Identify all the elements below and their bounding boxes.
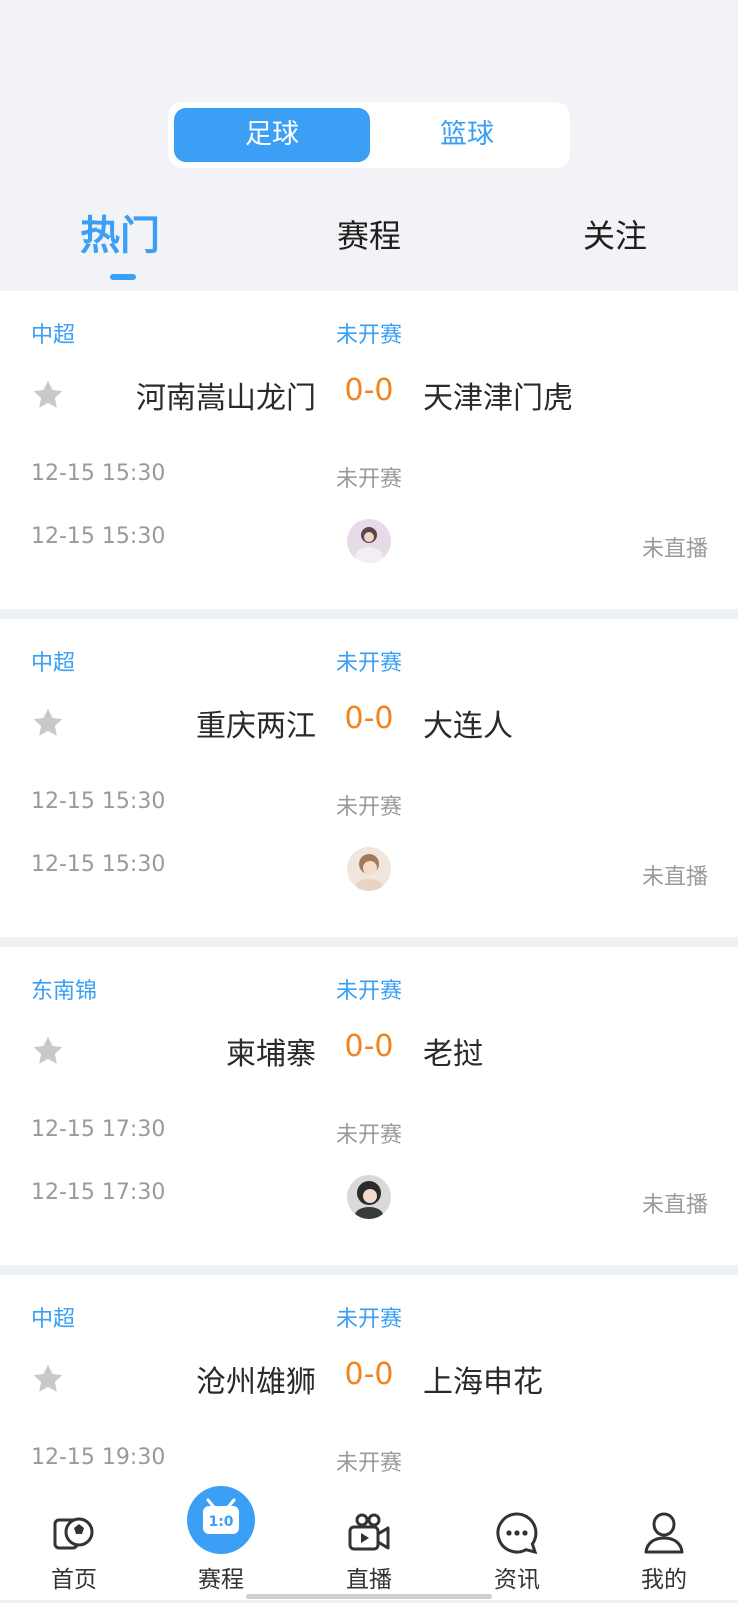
favorite-star-icon[interactable]	[30, 1361, 66, 1397]
match-card[interactable]: 中超 未开赛 重庆两江 0-0 大连人 12-15 15:30 未开赛 12-1…	[0, 619, 738, 937]
broadcast-time: 12-15 17:30	[31, 1180, 166, 1205]
broadcast-time: 12-15 15:30	[31, 852, 166, 877]
match-time: 12-15 19:30	[31, 1445, 166, 1470]
away-team: 上海申花	[423, 1365, 543, 1400]
header-area: 足球 篮球 热门 赛程 关注	[0, 0, 738, 291]
match-score: 0-0	[344, 373, 394, 408]
match-status: 未开赛	[335, 323, 402, 348]
schedule-badge: 1:0	[187, 1486, 255, 1554]
nav-me-label: 我的	[641, 1567, 687, 1593]
favorite-star-icon[interactable]	[30, 705, 66, 741]
match-score: 0-0	[344, 1357, 394, 1392]
match-status-secondary: 未开赛	[335, 1451, 402, 1476]
video-camera-icon	[348, 1513, 390, 1551]
match-time: 12-15 15:30	[31, 789, 166, 814]
streamer-avatar[interactable]	[347, 847, 391, 891]
league-label: 中超	[31, 1307, 76, 1332]
home-indicator	[246, 1594, 492, 1599]
football-toggle-button[interactable]: 足球	[174, 108, 370, 162]
away-team: 天津津门虎	[423, 381, 573, 416]
home-team: 重庆两江	[196, 709, 316, 744]
svg-text:1:0: 1:0	[208, 1514, 233, 1530]
nav-schedule[interactable]: 1:0 赛程	[161, 1486, 281, 1600]
scoreboard-icon: 1:0	[203, 1498, 239, 1534]
streamer-avatar[interactable]	[347, 1175, 391, 1219]
sport-toggle: 足球 篮球	[168, 102, 570, 168]
chat-bubble-icon	[496, 1512, 538, 1555]
basketball-toggle-button[interactable]: 篮球	[370, 108, 564, 162]
streamer-avatar[interactable]	[347, 519, 391, 563]
tab-active-indicator	[110, 274, 136, 280]
nav-live[interactable]: 直播	[309, 1488, 429, 1600]
home-team: 河南嵩山龙门	[136, 381, 316, 416]
favorite-star-icon[interactable]	[30, 377, 66, 413]
football-home-icon	[53, 1517, 94, 1550]
match-time: 12-15 15:30	[31, 461, 166, 486]
match-status-secondary: 未开赛	[335, 467, 402, 492]
live-status: 未直播	[641, 537, 708, 562]
match-card[interactable]: 东南锦 未开赛 柬埔寨 0-0 老挝 12-15 17:30 未开赛 12-15…	[0, 947, 738, 1265]
broadcast-time: 12-15 15:30	[31, 524, 166, 549]
live-status: 未直播	[641, 865, 708, 890]
home-team: 柬埔寨	[226, 1037, 316, 1072]
league-label: 中超	[31, 323, 76, 348]
bottom-nav: 首页 1:0 赛程 直播 资讯 我的	[0, 1486, 738, 1600]
match-status: 未开赛	[335, 979, 402, 1004]
match-time: 12-15 17:30	[31, 1117, 166, 1142]
nav-me[interactable]: 我的	[604, 1488, 724, 1600]
tab-follow[interactable]: 关注	[535, 208, 695, 264]
match-list[interactable]: 中超 未开赛 河南嵩山龙门 0-0 天津津门虎 12-15 15:30 未开赛 …	[0, 291, 738, 1603]
favorite-star-icon[interactable]	[30, 1033, 66, 1069]
nav-home-label: 首页	[51, 1567, 97, 1593]
match-status: 未开赛	[335, 1307, 402, 1332]
nav-live-label: 直播	[346, 1567, 392, 1593]
match-score: 0-0	[344, 701, 394, 736]
away-team: 老挝	[423, 1037, 483, 1072]
nav-schedule-label: 赛程	[198, 1567, 244, 1593]
user-profile-icon	[644, 1512, 684, 1554]
match-score: 0-0	[344, 1029, 394, 1064]
away-team: 大连人	[423, 709, 513, 744]
nav-news-label: 资讯	[494, 1567, 540, 1593]
match-status: 未开赛	[335, 651, 402, 676]
match-status-secondary: 未开赛	[335, 1123, 402, 1148]
live-status: 未直播	[641, 1193, 708, 1218]
tab-hot[interactable]: 热门	[40, 208, 200, 264]
home-team: 沧州雄狮	[196, 1365, 316, 1400]
match-card[interactable]: 中超 未开赛 河南嵩山龙门 0-0 天津津门虎 12-15 15:30 未开赛 …	[0, 291, 738, 609]
nav-news[interactable]: 资讯	[457, 1488, 577, 1600]
nav-home[interactable]: 首页	[14, 1488, 134, 1600]
league-label: 东南锦	[31, 979, 98, 1004]
match-status-secondary: 未开赛	[335, 795, 402, 820]
tab-schedule[interactable]: 赛程	[289, 208, 449, 264]
league-label: 中超	[31, 651, 76, 676]
